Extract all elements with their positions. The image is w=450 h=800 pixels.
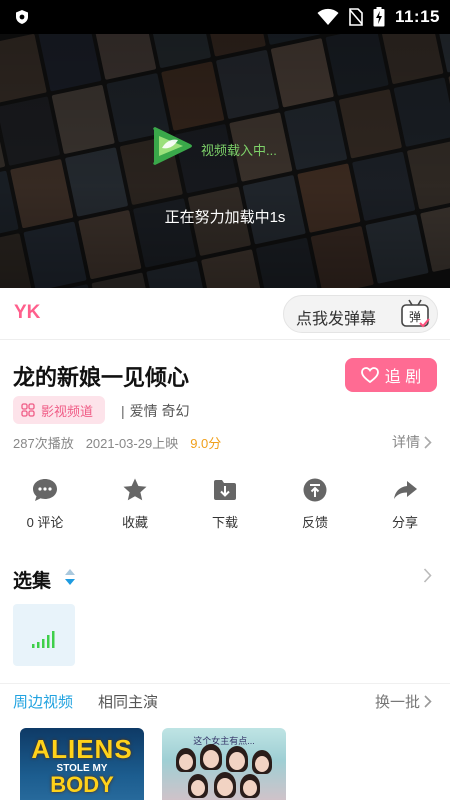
episode-card[interactable] (13, 604, 75, 666)
comment-label: 0 评论 (26, 515, 64, 530)
no-sim-icon (349, 8, 363, 26)
play-count: 287次播放 (13, 436, 74, 451)
favorite-label: 收藏 (121, 515, 148, 530)
section-divider (0, 546, 450, 554)
wifi-icon (317, 8, 339, 25)
download-label: 下载 (211, 515, 238, 530)
heart-icon (360, 367, 379, 383)
related-video-thumbnail[interactable]: 这个女主有点... (162, 728, 286, 800)
send-danmaku-button[interactable]: 点我发弹幕 弹 (283, 295, 438, 333)
tab-same-cast[interactable]: 相同主演 (98, 691, 158, 712)
sort-toggle-icon[interactable] (64, 567, 76, 587)
thumbnail-caption: 这个女主有点... (193, 736, 255, 746)
player-overlay (0, 34, 450, 288)
refresh-chevron-right-icon (424, 695, 432, 708)
download-button[interactable]: 下载 (180, 474, 270, 536)
now-playing-icon (32, 631, 55, 648)
send-danmaku-label: 点我发弹幕 (296, 311, 377, 328)
comment-icon (33, 479, 57, 501)
favorite-button[interactable]: 收藏 (90, 474, 180, 536)
details-link[interactable]: 详情 (392, 432, 432, 452)
follow-series-button[interactable]: 追 剧 (345, 358, 437, 392)
danmaku-toggle-icon[interactable]: 弹 (399, 299, 431, 329)
feedback-icon (303, 478, 327, 502)
episodes-chevron-right-icon[interactable] (423, 568, 432, 583)
action-bar: 0 评论 收藏 下载 反馈 分享 (0, 474, 450, 536)
loading-label: 视频载入中... (201, 143, 277, 158)
download-icon (214, 480, 236, 500)
status-time: 11:15 (394, 7, 440, 26)
status-bar: 11:15 (0, 0, 450, 34)
app-root: { "status_bar": { "time": "11:15" }, "pl… (0, 0, 450, 800)
genre-separator: | (121, 403, 125, 419)
channel-grid-icon (21, 403, 35, 417)
yk-logo: YK (14, 302, 41, 323)
share-label: 分享 (391, 515, 418, 530)
share-icon (394, 481, 417, 499)
svg-text:弹: 弹 (409, 310, 421, 324)
score: 9.0分 (190, 436, 222, 451)
play-logo-icon (153, 127, 192, 165)
video-meta: 287次播放 2021-03-29上映 9.0分 (13, 433, 221, 452)
status-icons: 11:15 (317, 6, 440, 28)
video-player[interactable]: 视频载入中... 正在努力加载中1s (0, 34, 450, 288)
comment-button[interactable]: 0 评论 (0, 474, 90, 536)
channel-tag-label: 影视频道 (41, 403, 94, 419)
loading-status-text: 正在努力加载中1s (164, 209, 286, 226)
video-title: 龙的新娘一见倾心 (13, 365, 190, 390)
channel-tag[interactable]: 影视频道 (13, 396, 106, 424)
feedback-button[interactable]: 反馈 (270, 474, 360, 536)
star-icon (123, 478, 147, 501)
battery-charging-icon (373, 7, 385, 27)
tab-nearby-videos[interactable]: 周边视频 (13, 691, 73, 712)
episodes-title: 选集 (13, 571, 52, 592)
follow-series-label: 追 剧 (384, 369, 422, 386)
refresh-batch-button[interactable]: 换一批 (375, 691, 432, 712)
refresh-label: 换一批 (374, 694, 420, 711)
details-label: 详情 (392, 434, 420, 450)
related-divider (0, 683, 450, 684)
thumbnail-poster-title: ALIENS STOLE MY BODY (31, 734, 133, 797)
feedback-label: 反馈 (301, 515, 328, 530)
chevron-right-icon (424, 435, 432, 449)
share-button[interactable]: 分享 (360, 474, 450, 536)
related-video-thumbnail[interactable]: ALIENS STOLE MY BODY (20, 728, 144, 800)
shield-icon (16, 10, 28, 24)
genre-list: | 爱情 奇幻 (121, 401, 190, 421)
genre-text: 爱情 奇幻 (129, 403, 190, 419)
danmaku-bar: YK 点我发弹幕 弹 (0, 288, 450, 340)
release-date: 2021-03-29上映 (85, 436, 179, 451)
